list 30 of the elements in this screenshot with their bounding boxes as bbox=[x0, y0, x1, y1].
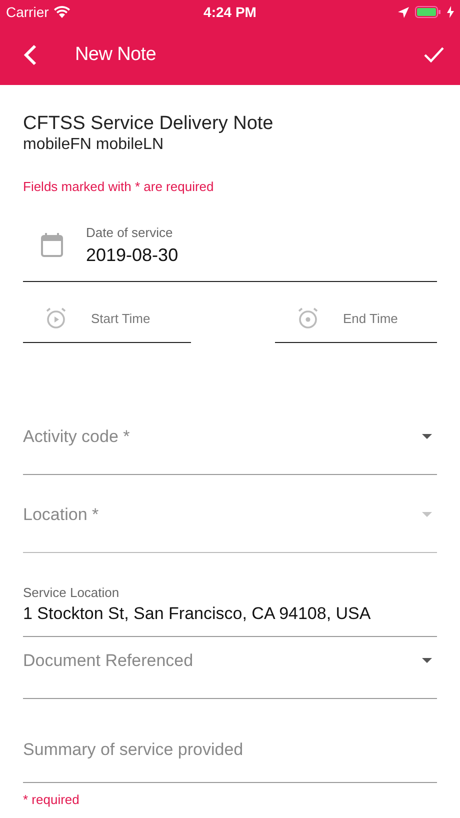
clock-time: 4:24 PM bbox=[202, 4, 258, 20]
alarm-clock-icon bbox=[45, 307, 67, 329]
field-value: 2019-08-30 bbox=[86, 244, 178, 266]
text-field[interactable]: Service Location 1 Stockton St, San Francisco, CA 94108, USA bbox=[23, 553, 437, 637]
field-value: 1 Stockton St, San Francisco, CA 94108, USA bbox=[23, 604, 372, 624]
client-name: mobileFN mobileLN bbox=[23, 136, 164, 154]
save-button[interactable] bbox=[423, 46, 445, 64]
screen-title: New Note bbox=[75, 44, 158, 66]
calendar-icon bbox=[41, 233, 63, 257]
dropdown-caret-icon bbox=[422, 512, 432, 517]
wifi-icon bbox=[54, 6, 70, 18]
charging-icon bbox=[446, 6, 454, 18]
error-text: * required bbox=[23, 792, 80, 807]
field-label: Date of service bbox=[86, 224, 174, 240]
time-field[interactable]: End Time bbox=[275, 303, 437, 343]
dropdown-caret-icon bbox=[422, 434, 432, 439]
battery-icon bbox=[414, 6, 441, 18]
required-hint: Fields marked with * are required bbox=[23, 179, 214, 194]
time-field[interactable]: Start Time bbox=[23, 303, 191, 343]
dropdown-caret-icon bbox=[422, 658, 432, 663]
dropdown-field[interactable]: Activity code * bbox=[23, 413, 437, 475]
form-title: CFTSS Service Delivery Note bbox=[23, 113, 274, 135]
dropdown-field[interactable]: Document Referenced bbox=[23, 637, 437, 699]
location-arrow-icon bbox=[398, 6, 409, 18]
field-label: Service Location bbox=[23, 585, 120, 600]
back-button[interactable] bbox=[23, 44, 37, 66]
carrier-name: Carrier bbox=[6, 4, 49, 20]
text-area-field[interactable]: Summary of service provided bbox=[23, 699, 437, 783]
date-field[interactable]: Date of service 2019-08-30 bbox=[23, 215, 437, 282]
alarm-clock-icon bbox=[297, 307, 319, 329]
